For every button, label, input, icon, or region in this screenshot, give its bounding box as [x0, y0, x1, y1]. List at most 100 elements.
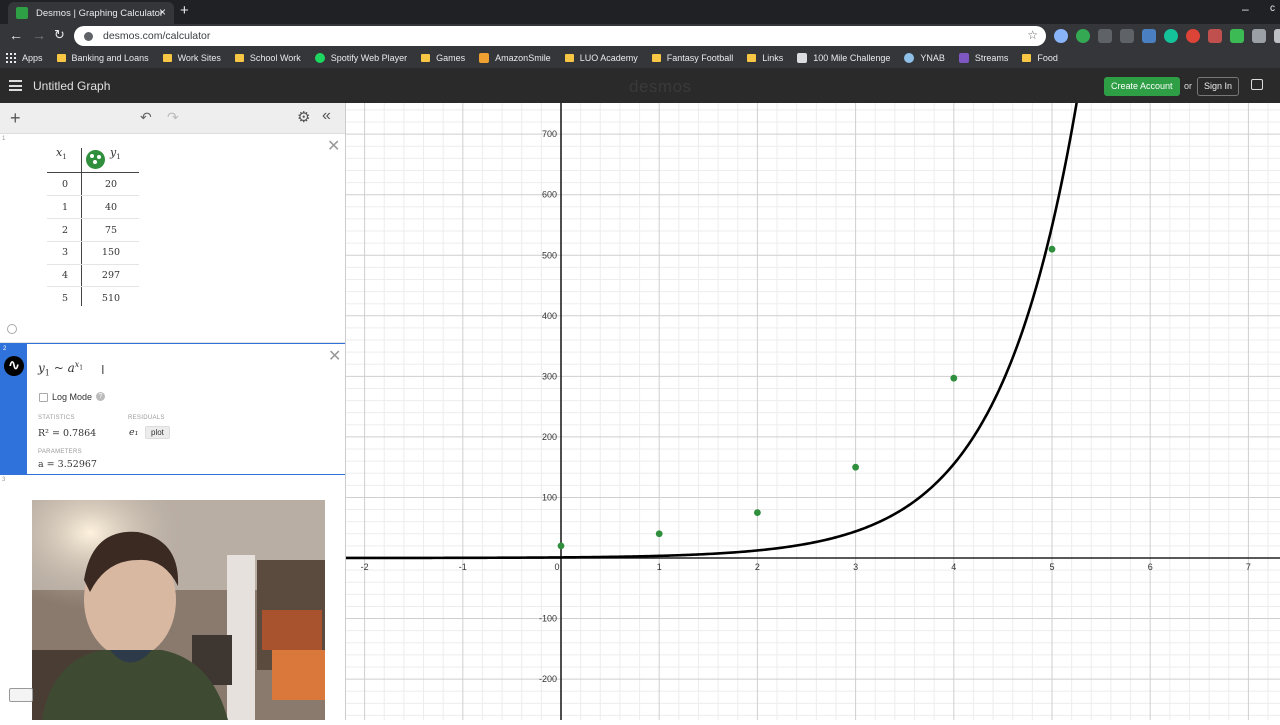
- extension-icon[interactable]: [1230, 29, 1244, 43]
- profile-icon[interactable]: [1274, 29, 1280, 43]
- table-cell-x[interactable]: 2: [40, 225, 90, 236]
- bookmark-link[interactable]: Spotify Web Player: [314, 53, 407, 63]
- point-style-icon[interactable]: [86, 150, 105, 169]
- bookmark-link[interactable]: 100 Mile Challenge: [797, 53, 890, 63]
- extensions: [1054, 29, 1280, 43]
- x-tick-label: 7: [1246, 562, 1251, 572]
- table-cell-x[interactable]: 5: [40, 293, 90, 304]
- window-close-icon[interactable]: c: [1270, 3, 1275, 14]
- bookmark-folder[interactable]: School Work: [234, 53, 301, 63]
- create-account-button[interactable]: Create Account: [1104, 77, 1180, 96]
- extension-icon[interactable]: [1098, 29, 1112, 43]
- residual-variable: e₁: [129, 427, 139, 438]
- log-mode-label[interactable]: Log Mode: [52, 392, 92, 402]
- redo-icon[interactable]: ↷: [167, 109, 179, 126]
- bookmarks-bar: Apps Banking and Loans Work Sites School…: [0, 48, 1280, 68]
- sign-in-button[interactable]: Sign In: [1197, 77, 1240, 96]
- data-point: [950, 374, 958, 382]
- grammarly-icon[interactable]: [1164, 29, 1178, 43]
- table-expression[interactable]: 1 ✕ x1 y1 0 20 1 40 2 75 3 150 4 297 5 5…: [0, 134, 345, 343]
- folder-icon: [234, 54, 244, 62]
- or-text: or: [1184, 81, 1193, 91]
- extension-icon[interactable]: [1054, 29, 1068, 43]
- back-icon[interactable]: ←: [9, 27, 23, 43]
- expression-selected-tab: 2 ∿: [1, 344, 27, 474]
- table-cell-y[interactable]: 20: [86, 179, 136, 190]
- bookmark-folder[interactable]: Banking and Loans: [56, 53, 149, 63]
- residuals-label: RESIDUALS: [128, 415, 165, 421]
- table-cell-y[interactable]: 297: [86, 270, 136, 281]
- keyboard-icon[interactable]: [9, 688, 33, 702]
- regression-icon[interactable]: ∿: [4, 356, 24, 376]
- undo-icon[interactable]: ↶: [140, 109, 152, 126]
- log-mode-checkbox[interactable]: [39, 393, 48, 402]
- extension-icon[interactable]: [1252, 29, 1266, 43]
- extension-icon[interactable]: [1208, 29, 1222, 43]
- table-cell-x[interactable]: 4: [40, 270, 90, 281]
- table-cell-y[interactable]: 40: [86, 202, 136, 213]
- reload-icon[interactable]: ↻: [54, 27, 65, 43]
- regression-expression[interactable]: 2 ∿ ✕ y1 ~ ax1 I Log Mode ? STATISTICS R…: [0, 343, 345, 475]
- expression-toolbar: + ↶ ↷ ⚙ «: [0, 103, 345, 134]
- graph-paper[interactable]: -2 -1 0 1 2 3 4 5 6 7 700 600 500 400 300 200 100 -100 -2…: [335, 92, 1280, 720]
- site-info-icon[interactable]: [84, 31, 93, 41]
- address-bar[interactable]: desmos.com/calculator ☆: [74, 26, 1046, 46]
- bookmark-star-icon[interactable]: ☆: [1027, 28, 1038, 42]
- forward-icon[interactable]: →: [32, 27, 46, 43]
- table-cell-y[interactable]: 510: [86, 293, 136, 304]
- table-cell-y[interactable]: 75: [86, 225, 136, 236]
- delete-expression-icon[interactable]: ✕: [327, 136, 340, 156]
- y-tick-label: -200: [539, 674, 557, 684]
- y-tick-label: 500: [542, 250, 557, 260]
- plot-residuals-button[interactable]: plot: [145, 426, 170, 439]
- help-icon[interactable]: ?: [96, 392, 105, 401]
- bookmark-folder[interactable]: Work Sites: [162, 53, 221, 63]
- ynab-icon: [904, 53, 915, 63]
- table-cell-x[interactable]: 1: [40, 202, 90, 213]
- extension-icon[interactable]: [1076, 29, 1090, 43]
- major-gridlines: [346, 103, 1280, 720]
- table-cell-x[interactable]: 3: [40, 247, 90, 258]
- share-icon[interactable]: [1251, 79, 1263, 90]
- menu-icon[interactable]: [9, 80, 22, 91]
- add-item-icon[interactable]: +: [10, 108, 21, 129]
- bookmark-folder[interactable]: Games: [421, 53, 465, 63]
- collapse-panel-icon[interactable]: «: [322, 107, 331, 125]
- table-header-divider: [47, 172, 139, 173]
- regression-formula[interactable]: y1 ~ ax1: [38, 360, 83, 377]
- axes: [346, 103, 1280, 720]
- bookmark-apps[interactable]: Apps: [6, 53, 43, 63]
- tab-close-icon[interactable]: ×: [159, 5, 166, 19]
- graph-title[interactable]: Untitled Graph: [33, 79, 110, 93]
- zoom-fit-icon[interactable]: [7, 324, 17, 334]
- minimize-icon[interactable]: –: [1242, 2, 1249, 16]
- browser-tab[interactable]: Desmos | Graphing Calculator ×: [8, 2, 174, 24]
- webcam-image: [32, 500, 325, 720]
- browser-tab-bar: Desmos | Graphing Calculator × + – c: [0, 0, 1280, 24]
- extension-icon[interactable]: [1186, 29, 1200, 43]
- table-header-x[interactable]: x1: [56, 146, 67, 172]
- table-header-y[interactable]: y1: [110, 146, 121, 172]
- bookmark-link[interactable]: Streams: [958, 53, 1008, 63]
- extension-icon[interactable]: [1142, 29, 1156, 43]
- x-tick-label: -2: [361, 562, 369, 572]
- new-tab-icon[interactable]: +: [180, 2, 189, 19]
- delete-expression-icon[interactable]: ✕: [328, 346, 341, 366]
- y-tick-label: 200: [542, 432, 557, 442]
- bookmark-link[interactable]: AmazonSmile: [479, 53, 551, 63]
- graph-svg[interactable]: -2 -1 0 1 2 3 4 5 6 7 700 600 500 400 300 200 100 -100 -2…: [335, 92, 1280, 720]
- folder-icon: [564, 54, 574, 62]
- bookmark-folder[interactable]: Fantasy Football: [651, 53, 733, 63]
- bookmark-folder[interactable]: Links: [747, 53, 783, 63]
- bookmark-link[interactable]: YNAB: [904, 53, 945, 63]
- extension-icon[interactable]: [1120, 29, 1134, 43]
- bookmark-folder[interactable]: LUO Academy: [564, 53, 638, 63]
- bookmark-folder[interactable]: Food: [1022, 53, 1058, 63]
- y-tick-label: 300: [542, 371, 557, 381]
- data-point: [655, 530, 663, 538]
- x-tick-label: 2: [755, 562, 760, 572]
- data-point: [1048, 245, 1056, 253]
- gear-icon[interactable]: ⚙: [297, 108, 310, 126]
- table-cell-y[interactable]: 150: [86, 247, 136, 258]
- table-cell-x[interactable]: 0: [40, 179, 90, 190]
